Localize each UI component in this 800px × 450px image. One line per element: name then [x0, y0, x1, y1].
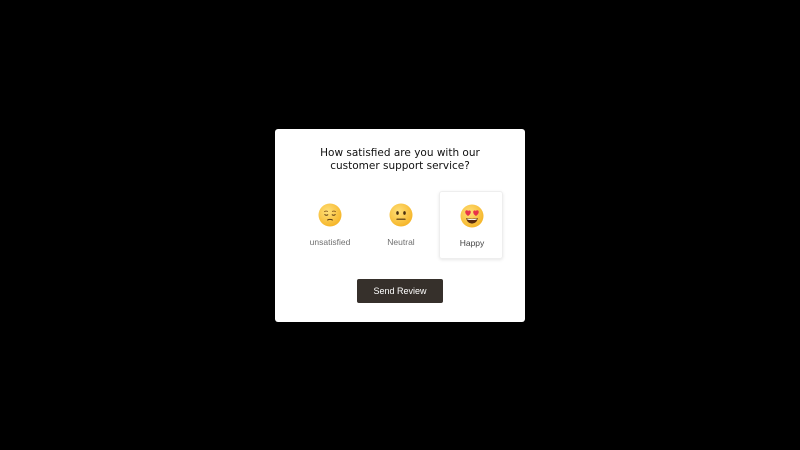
neutral-face-icon	[389, 203, 413, 227]
send-review-button[interactable]: Send Review	[357, 279, 443, 303]
review-dialog: How satisfied are you with our customer …	[275, 129, 525, 322]
pensive-face-icon	[318, 203, 342, 227]
question-line-1: How satisfied are you with our	[320, 147, 480, 159]
heart-eyes-face-icon	[460, 204, 484, 228]
question-line-2: customer support service?	[330, 160, 470, 172]
rating-option-neutral[interactable]: Neutral	[369, 191, 433, 259]
rating-option-happy[interactable]: Happy	[439, 191, 503, 259]
rating-option-unsatisfied[interactable]: unsatisfied	[298, 191, 362, 259]
option-label: Happy	[459, 238, 485, 248]
survey-question: How satisfied are you with our customer …	[275, 147, 525, 173]
